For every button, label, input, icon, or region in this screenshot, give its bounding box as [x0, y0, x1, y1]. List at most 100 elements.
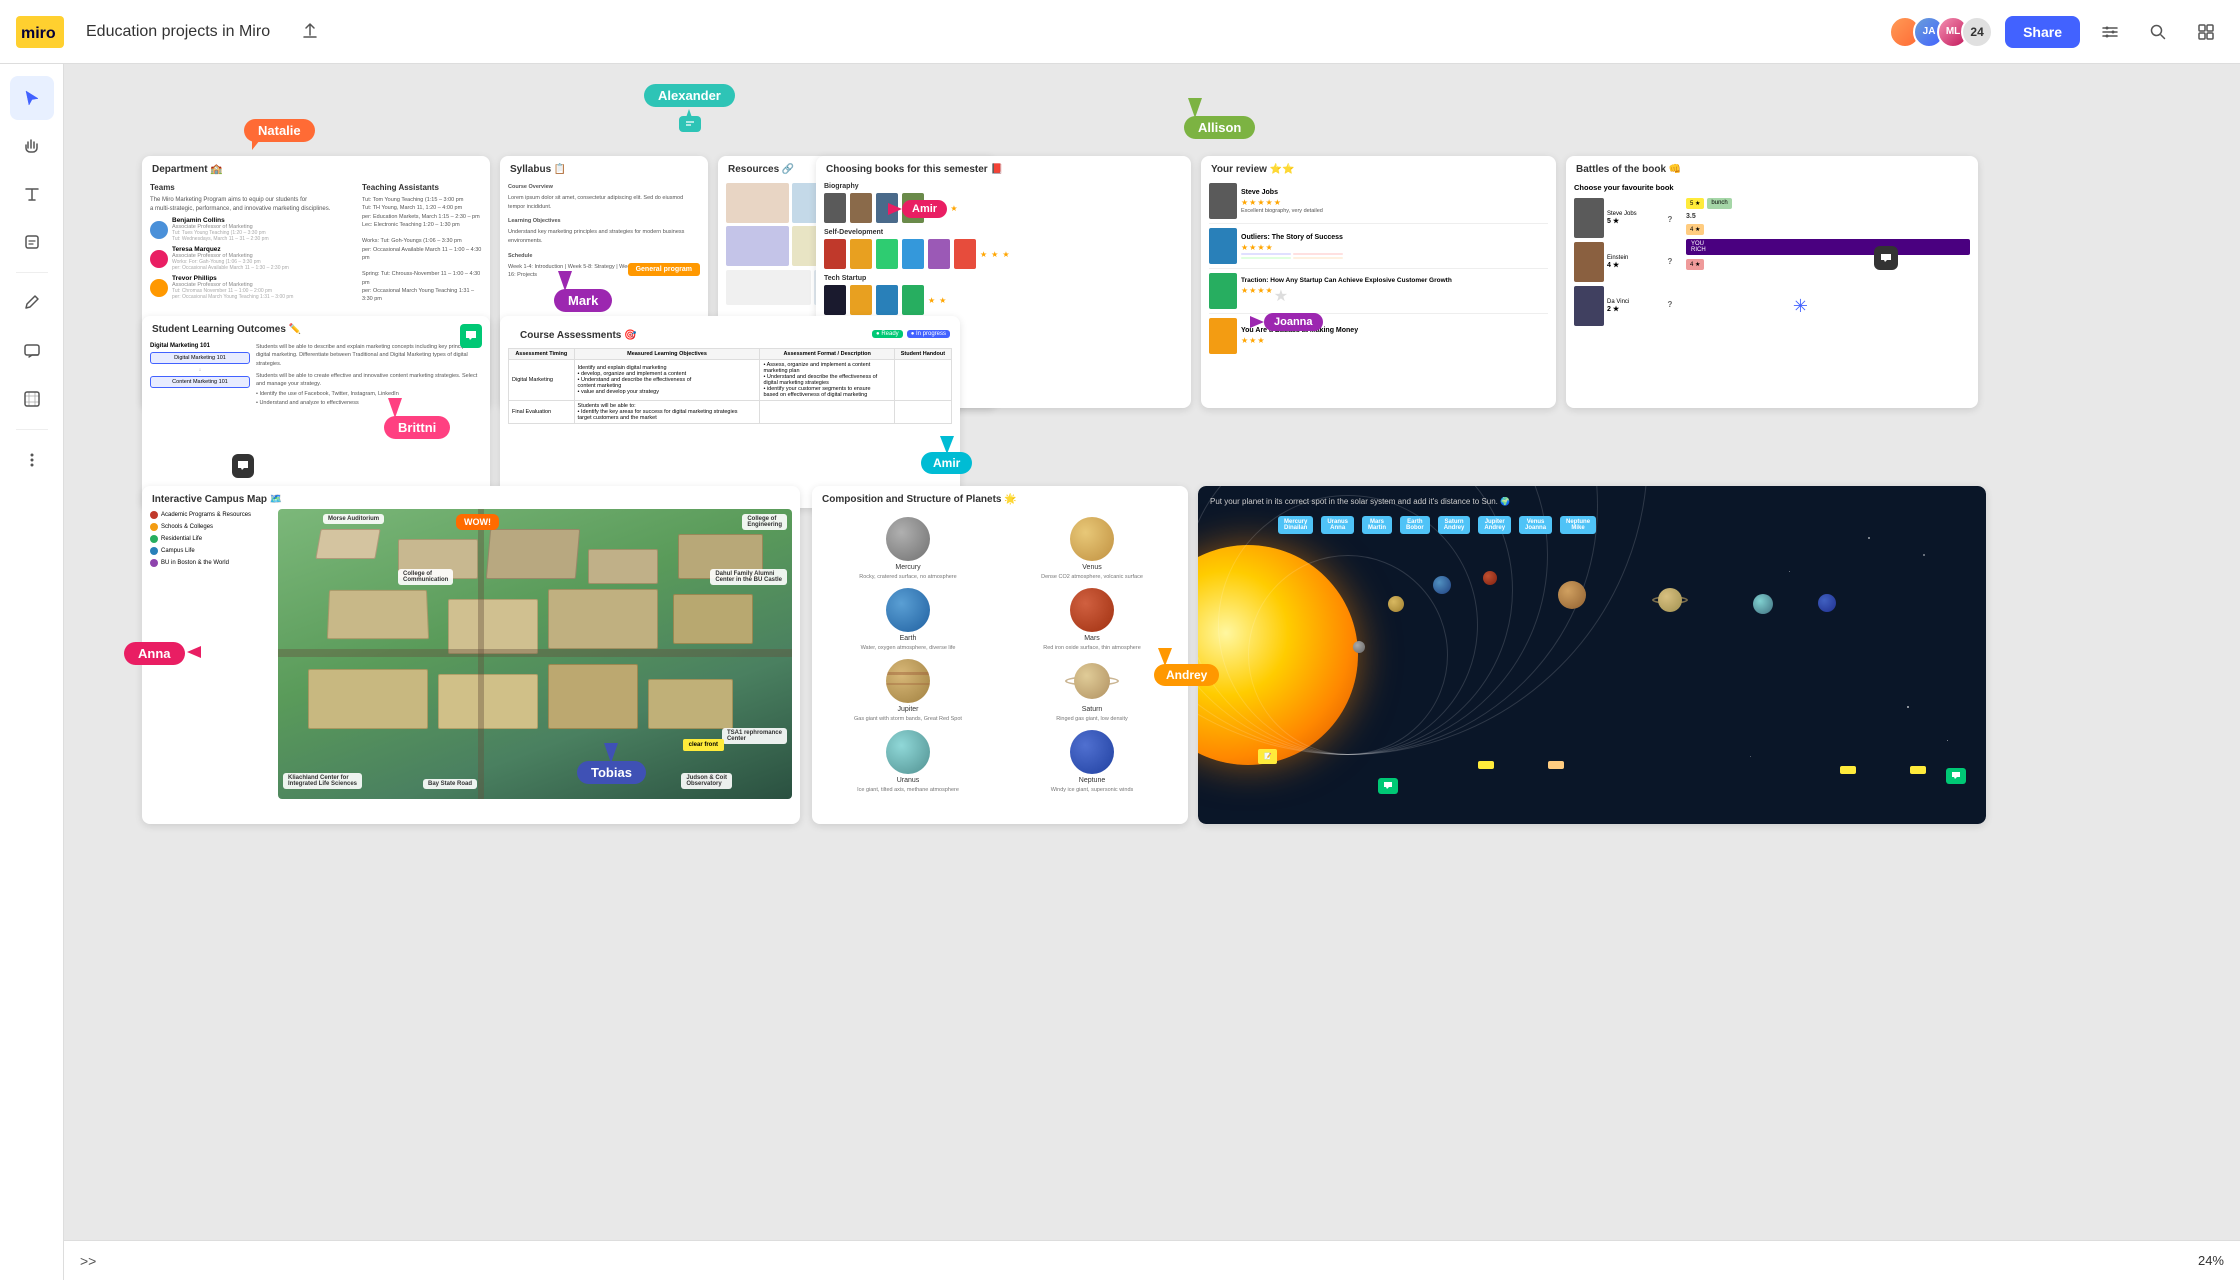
miro-logo[interactable]: miro	[16, 16, 64, 48]
sticky-orange-1	[1548, 761, 1564, 769]
green-comment	[460, 324, 482, 348]
cursor-andrey: Andrey	[1154, 664, 1219, 686]
planet-earth: Earth Water, oxygen atmosphere, diverse …	[820, 588, 996, 651]
member-1: Benjamin Collins Associate Professor of …	[150, 217, 352, 242]
project-title-button[interactable]: Education projects in Miro	[76, 17, 280, 47]
black-comment	[232, 454, 254, 478]
select-tool[interactable]	[10, 76, 54, 120]
card-battles: Battles of the book 👊 Choose your favour…	[1566, 156, 1978, 408]
planet-labels-row: MercuryDinailan UranusAnna MarsMartin Ea…	[1278, 516, 1596, 534]
avatar-group: JA ML 24	[1889, 16, 1993, 48]
teams-section: Teams The Miro Marketing Program aims to…	[150, 183, 352, 303]
planet-jupiter: Jupiter Gas giant with storm bands, Grea…	[820, 659, 996, 722]
ta-section: Teaching Assistants Tut: Tom Young Teach…	[362, 183, 482, 303]
solar-jupiter	[1558, 581, 1586, 609]
member-3: Trevor Phillips Associate Professor of M…	[150, 275, 352, 300]
planet-mars: Mars Red iron oxide surface, thin atmosp…	[1004, 588, 1180, 651]
left-toolbar	[0, 64, 64, 1280]
expand-button[interactable]: >>	[80, 1253, 96, 1269]
cursor-alexander: Alexander	[644, 84, 735, 107]
badge-ready: ● Ready	[872, 330, 903, 338]
card-campus-map: Interactive Campus Map 🗺️ Academic Progr…	[142, 486, 800, 824]
frame-tool[interactable]	[10, 377, 54, 421]
member-2: Teresa Marquez Associate Professor of Ma…	[150, 246, 352, 271]
table-row-2: Final Evaluation Students will be able t…	[509, 401, 952, 424]
card-course-assessments: Course Assessments 🎯 ● Ready ● In progre…	[500, 316, 960, 508]
solar-earth	[1433, 576, 1451, 594]
cursor-joanna: Joanna	[1264, 312, 1323, 331]
assessments-table: Assessment Timing Measured Learning Obje…	[500, 348, 960, 432]
planet-neptune: Neptune Windy ice giant, supersonic wind…	[1004, 730, 1180, 793]
battles-title: Battles of the book 👊	[1566, 156, 1978, 179]
comment-bubble	[1874, 246, 1898, 270]
cursor-tobias: Tobias	[577, 761, 646, 784]
note-tool[interactable]	[10, 220, 54, 264]
card-planets: Composition and Structure of Planets 🌟 M…	[812, 486, 1188, 824]
comment-solar	[1378, 778, 1398, 794]
settings-icon-button[interactable]	[2092, 14, 2128, 50]
category-self-dev: Self-Development	[824, 229, 1183, 236]
starburst: ✳	[1793, 296, 1808, 317]
syllabus-title: Syllabus 📋	[500, 156, 708, 179]
team-members: Benjamin Collins Associate Professor of …	[150, 217, 352, 300]
your-review-title: Your review ⭐⭐	[1201, 156, 1556, 179]
col-objectives: Measured Learning Objectives	[574, 349, 760, 360]
text-tool[interactable]	[10, 172, 54, 216]
your-review-content: Steve Jobs ★★★★★ Excellent biography, ve…	[1201, 179, 1556, 362]
search-icon-button[interactable]	[2140, 14, 2176, 50]
table-row: Digital Marketing Identify and explain d…	[509, 360, 952, 401]
planet-mercury: Mercury Rocky, cratered surface, no atmo…	[820, 517, 996, 580]
topbar-right: JA ML 24 Share	[1889, 14, 2224, 50]
pen-tool[interactable]	[10, 281, 54, 325]
map-label-judson: Judson & CoitObservatory	[681, 773, 732, 789]
zoom-level: 24%	[2198, 1253, 2224, 1268]
card-solar-system: Put your planet in its correct spot in t…	[1198, 486, 1986, 824]
solar-neptune	[1818, 594, 1836, 612]
map-label-morse: Morse Auditorium	[323, 514, 384, 524]
solar-mars	[1483, 571, 1497, 585]
wow-bubble: WOW!	[456, 514, 499, 530]
category-biography: Biography	[824, 183, 1183, 190]
sticky-yellow-1	[1478, 761, 1494, 769]
canvas[interactable]: Natalie Alexander Allison Mark Brittni A…	[64, 64, 2240, 1240]
avatar-count: 24	[1961, 16, 1993, 48]
comment-solar-right	[1946, 768, 1966, 784]
cursor-natalie: Natalie	[244, 119, 315, 150]
project-title-text: Education projects in Miro	[86, 23, 270, 41]
hand-tool[interactable]	[10, 124, 54, 168]
planets-title: Composition and Structure of Planets 🌟	[812, 486, 1188, 509]
cursor-mark: Mark	[554, 289, 612, 312]
map-label-tsa: TSA1 rephromanceCenter	[722, 728, 787, 744]
map-label-alumni: Dahul Family AlumniCenter in the BU Cast…	[710, 569, 787, 585]
grid-icon-button[interactable]	[2188, 14, 2224, 50]
choosing-books-title: Choosing books for this semester 📕	[816, 156, 1191, 179]
campus-map-content: Academic Programs & Resources Schools & …	[142, 509, 800, 807]
col-format: Assessment Format / Description	[760, 349, 894, 360]
general-program-tag: General program	[628, 263, 700, 276]
share-button[interactable]: Share	[2005, 16, 2080, 48]
planet-venus: Venus Dense CO2 atmosphere, volcanic sur…	[1004, 517, 1180, 580]
solar-uranus	[1753, 594, 1773, 614]
solar-mercury	[1353, 641, 1365, 653]
battles-content: Choose your favourite book Steve Jobs 5 …	[1566, 179, 1978, 330]
student-outcomes-title: Student Learning Outcomes ✏️	[142, 316, 490, 339]
sticky-solar-1: 📝	[1258, 749, 1277, 764]
map-label-baystate: Bay State Road	[423, 779, 477, 789]
department-content: Teams The Miro Marketing Program aims to…	[142, 179, 490, 307]
col-timing: Assessment Timing	[509, 349, 575, 360]
planets-grid: Mercury Rocky, cratered surface, no atmo…	[812, 509, 1188, 801]
more-tools[interactable]	[10, 438, 54, 482]
upload-button[interactable]	[292, 14, 328, 50]
campus-map-title: Interactive Campus Map 🗺️	[142, 486, 800, 509]
comment-tool[interactable]	[10, 329, 54, 373]
map-label-eng: College ofEngineering	[742, 514, 787, 530]
solar-system-bg: Put your planet in its correct spot in t…	[1198, 486, 1986, 824]
card-your-review: Your review ⭐⭐ Steve Jobs ★★★★★ Excellen…	[1201, 156, 1556, 408]
col-handout: Student Handout	[894, 349, 951, 360]
cursor-allison: Allison	[1184, 116, 1255, 139]
syllabus-content: Course Overview Lorem ipsum dolor sit am…	[500, 179, 708, 284]
map-label-integrated: Kliachland Center forIntegrated Life Sci…	[283, 773, 362, 789]
outcomes-content: Digital Marketing 101 Digital Marketing …	[142, 339, 490, 411]
badge-progress: ● In progress	[907, 330, 950, 338]
map-label-comm: College ofCommunication	[398, 569, 453, 585]
